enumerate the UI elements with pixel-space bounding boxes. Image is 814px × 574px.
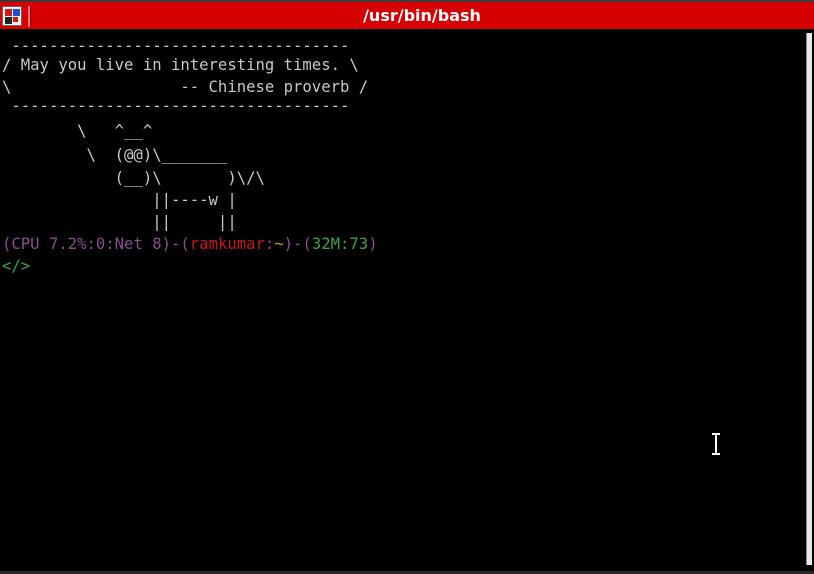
terminal-output[interactable]: ------------------------------------ / M… xyxy=(0,29,804,574)
status-separator: )-( xyxy=(283,235,312,253)
cpu-net-status: CPU 7.2%:0:Net 8 xyxy=(11,235,162,253)
prompt-status-line: (CPU 7.2%:0:Net 8)-(ramkumar:~)-(32M:73) xyxy=(2,233,378,255)
cowsay-line: ||----w | xyxy=(2,191,237,209)
status-colon: : xyxy=(264,235,275,253)
text-cursor-icon xyxy=(712,432,720,456)
cowsay-line: \ ^__^ xyxy=(2,122,153,140)
scrollbar-thumb[interactable] xyxy=(806,33,812,565)
current-path: ~ xyxy=(274,235,284,253)
status-separator: )-( xyxy=(161,235,190,253)
cowsay-line: \ (@@)\_______ xyxy=(2,146,228,164)
vertical-scrollbar[interactable] xyxy=(804,29,814,574)
fortune-line: ------------------------------------ xyxy=(2,97,350,115)
username: ramkumar xyxy=(189,235,265,253)
status-bracket: ) xyxy=(368,235,378,253)
cowsay-line: (__)\ )\/\ xyxy=(2,169,265,187)
window-title: /usr/bin/bash xyxy=(363,6,481,25)
status-bracket: ( xyxy=(2,235,12,253)
memory-status: 32M:73 xyxy=(311,235,369,253)
fortune-line: / May you live in interesting times. \ xyxy=(2,56,359,74)
terminal-app-icon[interactable] xyxy=(2,6,22,26)
window-titlebar[interactable]: /usr/bin/bash xyxy=(0,0,814,29)
cowsay-line: || || xyxy=(2,213,237,231)
command-prompt[interactable]: </> xyxy=(2,255,30,277)
